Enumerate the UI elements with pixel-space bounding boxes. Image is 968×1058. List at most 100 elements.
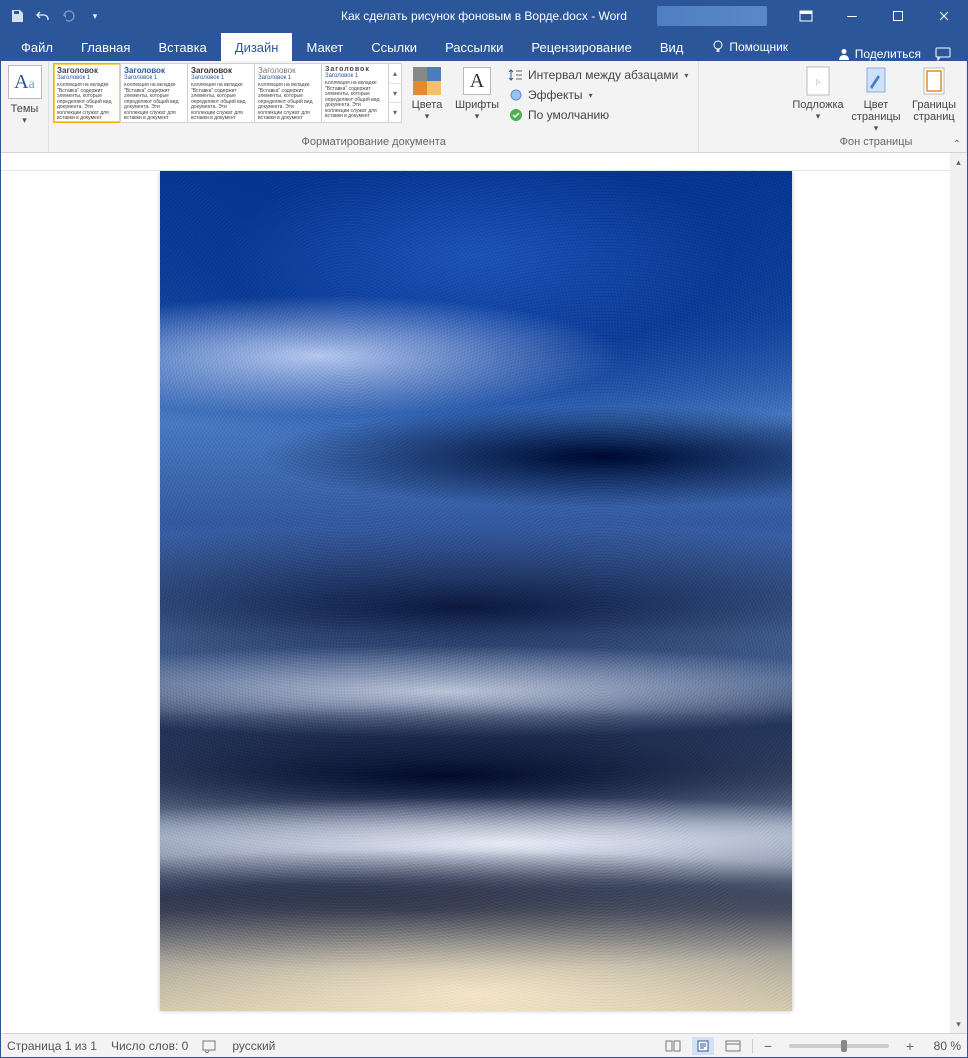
- gallery-subheading: Заголовок 1: [57, 75, 117, 81]
- page-indicator[interactable]: Страница 1 из 1: [7, 1039, 97, 1053]
- scroll-down-button[interactable]: ▾: [950, 1016, 967, 1033]
- page-color-label: Цвет страницы: [848, 99, 904, 123]
- formatting-options: Интервал между абзацами ▾ Эффекты ▾ По у…: [502, 63, 694, 127]
- effects-button[interactable]: Эффекты ▾: [508, 87, 688, 103]
- document-area: ▾: [1, 171, 967, 1033]
- page-bg-group-label: Фон страницы: [790, 136, 962, 152]
- gallery-scroll-down[interactable]: ▾: [389, 84, 401, 104]
- watermark-label: Подложка: [790, 99, 846, 111]
- colors-label: Цвета: [402, 99, 452, 111]
- document-formatting-group: Заголовок Заголовок 1 Коллекция на вклад…: [49, 61, 699, 152]
- minimize-button[interactable]: [829, 1, 875, 31]
- gallery-body: Коллекция на вкладке "Вставка" содержит …: [57, 83, 117, 122]
- zoom-slider[interactable]: [789, 1044, 889, 1048]
- doc-formatting-group-label: Форматирование документа: [53, 136, 694, 152]
- lightbulb-icon: [711, 40, 725, 54]
- effects-icon: [508, 87, 524, 103]
- tab-layout[interactable]: Макет: [292, 33, 357, 61]
- spellcheck-icon[interactable]: [202, 1039, 218, 1053]
- style-set-item[interactable]: Заголовок Заголовок 1 Коллекция на вклад…: [187, 63, 255, 123]
- share-label: Поделиться: [855, 47, 921, 61]
- effects-label: Эффекты: [528, 88, 583, 102]
- fonts-button[interactable]: A Шрифты ▾: [452, 63, 502, 122]
- tab-mailings[interactable]: Рассылки: [431, 33, 517, 61]
- scroll-up-button[interactable]: ▴: [950, 153, 967, 171]
- close-button[interactable]: [921, 1, 967, 31]
- gallery-scroll-up[interactable]: ▴: [389, 64, 401, 84]
- account-badge[interactable]: [657, 6, 767, 26]
- themes-group: Aa Темы ▾: [1, 61, 49, 152]
- tab-references[interactable]: Ссылки: [357, 33, 431, 61]
- page-background-group: A Подложка ▾ Цвет страницы ▾ Границы стр…: [786, 61, 967, 152]
- tab-home[interactable]: Главная: [67, 33, 144, 61]
- page-background-image: [160, 171, 792, 1011]
- paragraph-spacing-label: Интервал между абзацами: [528, 68, 678, 82]
- zoom-level[interactable]: 80 %: [925, 1039, 961, 1053]
- undo-icon[interactable]: [35, 8, 51, 24]
- zoom-out-button[interactable]: −: [761, 1038, 775, 1054]
- ribbon-display-options-icon[interactable]: [783, 1, 829, 31]
- chevron-down-icon: ▾: [684, 71, 688, 80]
- tab-insert[interactable]: Вставка: [144, 33, 220, 61]
- fonts-icon: A: [463, 67, 491, 95]
- ruler-area: ▴: [1, 153, 967, 171]
- page-color-button[interactable]: Цвет страницы ▾: [848, 63, 904, 134]
- page-borders-label: Границы страниц: [906, 99, 962, 123]
- qat-dropdown-icon[interactable]: ▾: [87, 8, 103, 24]
- page-borders-button[interactable]: Границы страниц: [906, 63, 962, 123]
- save-icon[interactable]: [9, 8, 25, 24]
- watermark-button[interactable]: A Подложка ▾: [790, 63, 846, 122]
- collapse-ribbon-icon[interactable]: ⌃: [953, 139, 961, 150]
- style-set-item[interactable]: Заголовок Заголовок 1 Коллекция на вклад…: [254, 63, 322, 123]
- fonts-label: Шрифты: [452, 99, 502, 111]
- title-bar: ▾ Как сделать рисунок фоновым в Ворде.do…: [1, 1, 967, 31]
- status-right: − + 80 %: [662, 1037, 961, 1055]
- tab-file[interactable]: Файл: [7, 33, 67, 61]
- chevron-down-icon: ▾: [589, 91, 593, 100]
- window-controls: [783, 1, 967, 31]
- watermark-icon: A: [802, 65, 834, 97]
- redo-icon[interactable]: [61, 8, 77, 24]
- style-set-gallery[interactable]: Заголовок Заголовок 1 Коллекция на вклад…: [53, 63, 402, 123]
- tab-view[interactable]: Вид: [646, 33, 698, 61]
- themes-icon: Aa: [8, 65, 42, 99]
- gallery-scroll: ▴ ▾ ▾: [388, 63, 402, 123]
- style-set-item[interactable]: Заголовок Заголовок 1 Коллекция на вклад…: [120, 63, 188, 123]
- style-set-item[interactable]: Заголовок Заголовок 1 Коллекция на вклад…: [53, 63, 121, 123]
- checkmark-icon: [508, 107, 524, 123]
- zoom-thumb[interactable]: [841, 1040, 847, 1052]
- share-button[interactable]: Поделиться: [827, 47, 931, 61]
- tab-review[interactable]: Рецензирование: [517, 33, 645, 61]
- chevron-down-icon: ▾: [790, 111, 846, 122]
- document-canvas[interactable]: [1, 171, 950, 1033]
- paragraph-spacing-button[interactable]: Интервал между абзацами ▾: [508, 67, 688, 83]
- tell-me-box[interactable]: Помощник: [701, 33, 798, 61]
- person-icon: [837, 47, 851, 61]
- maximize-button[interactable]: [875, 1, 921, 31]
- status-bar: Страница 1 из 1 Число слов: 0 русский − …: [1, 1033, 967, 1057]
- colors-icon: [411, 65, 443, 97]
- word-count[interactable]: Число слов: 0: [111, 1039, 188, 1053]
- read-mode-icon[interactable]: [662, 1037, 684, 1055]
- set-default-button[interactable]: По умолчанию: [508, 107, 688, 123]
- colors-button[interactable]: Цвета ▾: [402, 63, 452, 122]
- web-layout-icon[interactable]: [722, 1037, 744, 1055]
- themes-label: Темы: [5, 103, 44, 115]
- set-default-label: По умолчанию: [528, 108, 609, 122]
- chevron-down-icon: ▾: [848, 123, 904, 134]
- chevron-down-icon: ▾: [5, 115, 44, 126]
- page-color-icon: [860, 65, 892, 97]
- comments-button[interactable]: [931, 47, 961, 61]
- chevron-down-icon: ▾: [402, 111, 452, 122]
- gallery-more[interactable]: ▾: [389, 103, 401, 122]
- zoom-in-button[interactable]: +: [903, 1038, 917, 1054]
- themes-button[interactable]: Aa Темы ▾: [5, 63, 44, 126]
- tell-me-label: Помощник: [729, 40, 788, 54]
- vertical-scrollbar[interactable]: ▾: [950, 171, 967, 1033]
- style-set-item[interactable]: Заголовок Заголовок 1 Коллекция на вклад…: [321, 63, 389, 123]
- gallery-heading: Заголовок: [57, 66, 117, 75]
- tab-design[interactable]: Дизайн: [221, 33, 293, 61]
- language-indicator[interactable]: русский: [232, 1039, 275, 1053]
- print-layout-icon[interactable]: [692, 1037, 714, 1055]
- page: [160, 171, 792, 1011]
